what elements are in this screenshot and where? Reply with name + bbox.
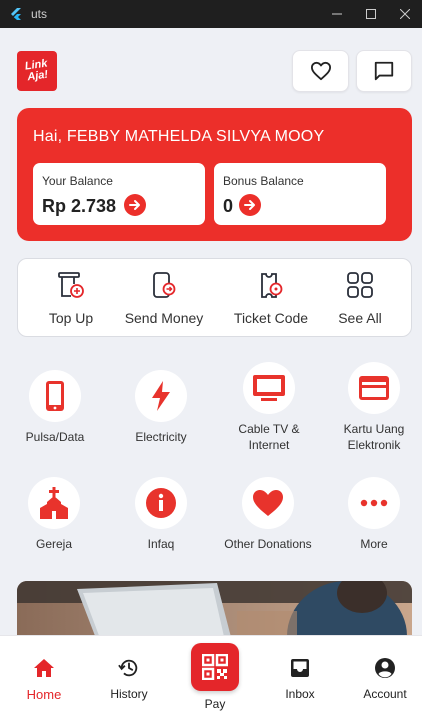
linkaja-logo: Link Aja!: [17, 51, 57, 91]
ticket-code-label: Ticket Code: [233, 310, 309, 326]
account-icon: [350, 656, 420, 680]
church-icon: [28, 477, 80, 529]
ticket-code-icon: [223, 269, 319, 301]
logo-text: Link Aja!: [24, 57, 49, 84]
service-pulsa-data[interactable]: Pulsa/Data: [5, 370, 105, 445]
info-icon: [135, 477, 187, 529]
service-label: Gereja: [35, 537, 73, 551]
nav-home[interactable]: Home: [9, 656, 79, 702]
your-balance-box[interactable]: Your Balance Rp 2.738: [33, 163, 205, 225]
balance-card: Hai, FEBBY MATHELDA SILVYA MOOY Your Bal…: [17, 108, 412, 241]
lightning-icon: [135, 370, 187, 422]
maximize-button[interactable]: [354, 0, 388, 28]
send-money-icon: [116, 269, 212, 301]
bonus-balance-value: 0: [223, 196, 234, 216]
your-balance-value: Rp 2.738: [42, 196, 117, 216]
service-label: Pulsa/Data: [25, 430, 85, 444]
favorite-button[interactable]: [292, 50, 349, 92]
close-button[interactable]: [388, 0, 422, 28]
more-icon: [348, 477, 400, 529]
minimize-icon: [332, 13, 342, 15]
qr-code-icon: [202, 654, 228, 680]
phone-icon: [29, 370, 81, 422]
nav-inbox-label: Inbox: [285, 687, 315, 701]
close-icon: [400, 9, 410, 19]
nav-history-label: History: [110, 687, 148, 701]
window-titlebar: uts: [0, 0, 422, 28]
nav-account[interactable]: Account: [350, 656, 420, 701]
nav-pay-label: Pay: [204, 697, 226, 711]
service-label: More: [360, 537, 388, 551]
top-up-button[interactable]: Top Up: [23, 269, 119, 326]
chat-icon: [374, 61, 394, 81]
card-icon: [348, 362, 400, 414]
arrow-right-icon[interactable]: [124, 194, 146, 216]
home-icon: [9, 656, 79, 680]
top-up-icon: [23, 269, 119, 301]
heart-outline-icon: [310, 61, 331, 81]
service-gereja[interactable]: Gereja: [4, 477, 104, 552]
see-all-label: See All: [338, 310, 382, 326]
inbox-icon: [265, 656, 335, 680]
quick-actions-card: Top Up Send Money Ticket Code See All: [17, 258, 412, 337]
grid-icon: [312, 269, 408, 301]
promo-banner-image: [17, 581, 412, 641]
arrow-right-icon[interactable]: [239, 194, 261, 216]
top-up-label: Top Up: [48, 310, 94, 326]
maximize-icon: [366, 9, 376, 19]
service-kartu-uang[interactable]: Kartu Uang Elektronik: [324, 362, 422, 453]
nav-inbox[interactable]: Inbox: [265, 656, 335, 701]
ticket-code-button[interactable]: Ticket Code: [223, 269, 319, 326]
flutter-icon: [11, 8, 21, 20]
service-label: Other Donations: [224, 537, 312, 551]
pay-button[interactable]: [191, 643, 239, 691]
tv-icon: [243, 362, 295, 414]
service-label: Kartu Uang Elektronik: [343, 422, 405, 452]
service-label: Cable TV & Internet: [238, 422, 300, 452]
send-money-button[interactable]: Send Money: [116, 269, 212, 326]
service-more[interactable]: More: [324, 477, 422, 552]
greeting-text: Hai, FEBBY MATHELDA SILVYA MOOY: [33, 128, 325, 145]
app-screen: Link Aja! Hai, FEBBY MATHELDA SILVYA MOO…: [0, 28, 422, 714]
minimize-button[interactable]: [320, 0, 354, 28]
your-balance-label: Your Balance: [42, 174, 113, 188]
service-cable-tv[interactable]: Cable TV & Internet: [219, 362, 319, 453]
history-icon: [94, 656, 164, 680]
bonus-balance-label: Bonus Balance: [223, 174, 304, 188]
promo-banner[interactable]: [17, 581, 412, 641]
service-label: Electricity: [135, 430, 187, 444]
bonus-balance-box[interactable]: Bonus Balance 0: [214, 163, 386, 225]
service-electricity[interactable]: Electricity: [111, 370, 211, 445]
service-label: Infaq: [147, 537, 175, 551]
heart-icon: [242, 477, 294, 529]
nav-home-label: Home: [26, 687, 62, 702]
service-infaq[interactable]: Infaq: [111, 477, 211, 552]
nav-history[interactable]: History: [94, 656, 164, 701]
service-other-donations[interactable]: Other Donations: [218, 477, 318, 552]
nav-account-label: Account: [363, 687, 407, 701]
messages-button[interactable]: [356, 50, 412, 92]
bottom-navigation: Home History Pay Inbox Account: [0, 635, 422, 714]
window-title: uts: [31, 7, 48, 21]
see-all-button[interactable]: See All: [312, 269, 408, 326]
send-money-label: Send Money: [124, 310, 204, 326]
